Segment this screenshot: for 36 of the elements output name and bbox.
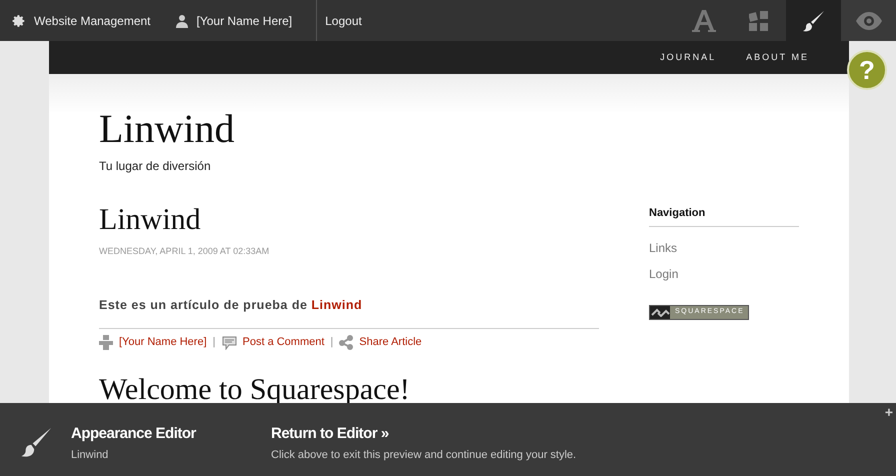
sidebar-link[interactable]: Login <box>649 264 799 282</box>
eye-icon <box>854 12 882 30</box>
site-title: Linwind <box>99 109 236 149</box>
logo-icon <box>650 306 670 318</box>
post-title: Welcome to Squarespace! <box>99 374 411 405</box>
post-body: Este es un artículo de prueba de Linwind <box>99 296 364 314</box>
letter-a-icon <box>692 10 716 32</box>
brush-icon <box>802 8 826 32</box>
user-icon <box>174 14 189 28</box>
top-bar-link[interactable]: Logout <box>325 12 362 30</box>
separator: | <box>212 335 216 350</box>
editor-title: Appearance Editor <box>71 424 198 444</box>
post-meta-link[interactable]: [Your Name Here] <box>119 334 207 351</box>
site-nav-link[interactable]: ABOUT ME <box>746 50 809 64</box>
post-date: WEDNESDAY, APRIL 1, 2009 AT 02:33AM <box>99 245 270 258</box>
editor-hint: Click above to exit this preview and continue editing your style. <box>271 448 576 462</box>
top-bar-link[interactable]: [Your Name Here] <box>196 12 292 30</box>
site-nav-link[interactable]: JOURNAL <box>660 50 716 64</box>
blocks-icon <box>748 10 768 30</box>
comment-icon <box>222 336 236 350</box>
site-tagline: Tu lugar de diversión <box>99 158 212 175</box>
separator: | <box>330 335 334 350</box>
top-bar-link[interactable]: Website Management <box>34 12 151 30</box>
tool-tab[interactable] <box>786 0 841 41</box>
return-to-editor-link[interactable]: Return to Editor » <box>271 423 576 446</box>
sidebar-heading: Navigation <box>649 205 799 226</box>
brush-icon <box>20 425 54 459</box>
sidebar-link[interactable]: Links <box>649 238 799 256</box>
editor-subtitle: Linwind <box>71 448 110 462</box>
post-meta-link[interactable]: Post a Comment <box>242 334 324 351</box>
post-title: Linwind <box>99 205 202 235</box>
expand-button[interactable]: + <box>884 405 893 419</box>
gear-icon <box>12 14 26 28</box>
post-link[interactable]: Linwind <box>311 298 362 312</box>
post-meta-link[interactable]: Share Article <box>359 334 422 351</box>
share-icon <box>339 335 354 350</box>
